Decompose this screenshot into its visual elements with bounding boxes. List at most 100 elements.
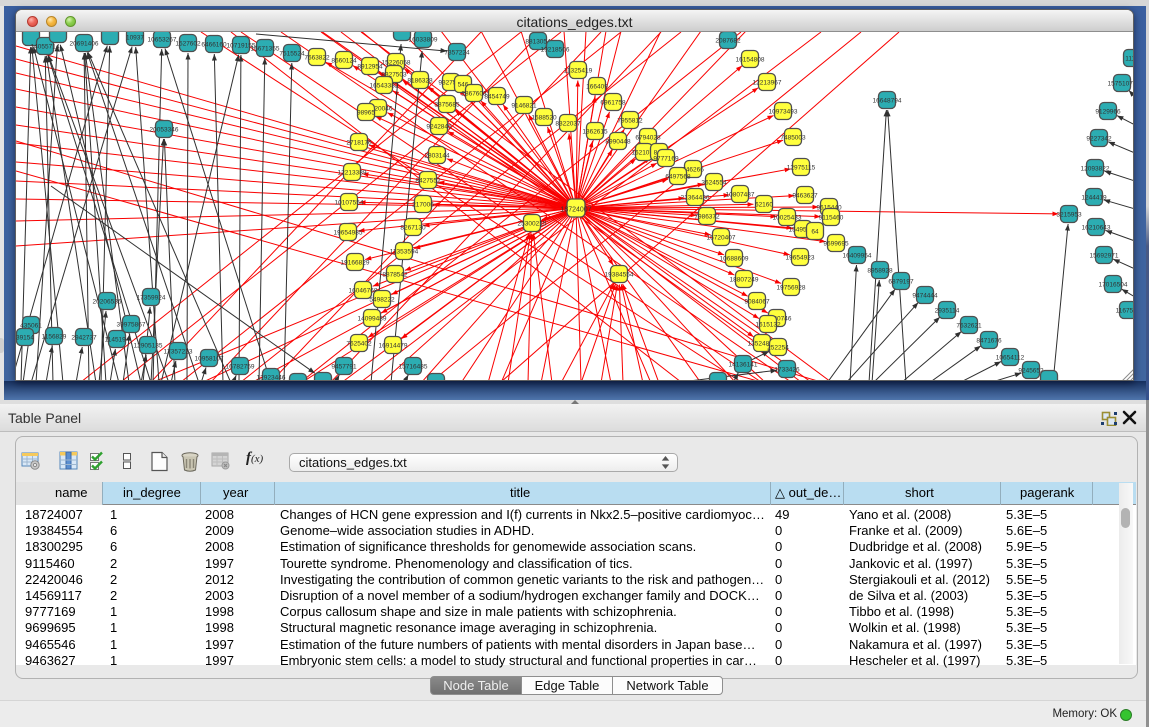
svg-text:10688609: 10688609 [720, 256, 749, 263]
svg-text:19654923: 19654923 [786, 255, 815, 262]
svg-text:15751074: 15751074 [1108, 81, 1133, 88]
svg-text:1588520: 1588520 [531, 115, 557, 122]
svg-text:9474444: 9474444 [912, 293, 938, 300]
svg-text:16033809: 16033809 [409, 37, 438, 44]
svg-text:9115460: 9115460 [819, 215, 844, 222]
svg-text:7955812: 7955812 [617, 118, 643, 125]
svg-text:9457791: 9457791 [331, 364, 357, 371]
svg-text:64: 64 [811, 229, 819, 236]
svg-text:10973493: 10973493 [769, 109, 798, 116]
svg-text:25300215: 25300215 [518, 221, 547, 228]
svg-text:15716485: 15716485 [399, 364, 428, 371]
svg-text:12975115: 12975115 [787, 165, 816, 172]
svg-text:7515524: 7515524 [279, 51, 305, 58]
svg-text:166409: 166409 [586, 84, 608, 91]
svg-text:2942737: 2942737 [71, 335, 97, 342]
svg-text:10958107: 10958107 [195, 356, 224, 363]
svg-text:62160: 62160 [755, 202, 773, 209]
svg-text:16782759: 16782759 [226, 364, 255, 371]
svg-text:20206536: 20206536 [93, 299, 122, 306]
svg-text:10653267: 10653267 [148, 37, 177, 44]
svg-text:10937: 10937 [126, 35, 144, 42]
svg-text:39154: 39154 [16, 335, 34, 342]
svg-text:6497568: 6497568 [665, 174, 691, 181]
svg-text:14136141: 14136141 [729, 362, 758, 369]
svg-text:8322037: 8322037 [555, 121, 581, 128]
svg-text:2087682: 2087682 [715, 38, 741, 45]
svg-text:217006: 217006 [412, 202, 434, 209]
svg-text:11325419: 11325419 [564, 68, 593, 75]
svg-text:7357224: 7357224 [444, 50, 470, 57]
svg-text:16671355: 16671355 [251, 46, 280, 53]
svg-text:12213389: 12213389 [338, 170, 367, 177]
svg-text:98965: 98965 [357, 110, 375, 117]
svg-text:3875685: 3875685 [434, 102, 460, 109]
svg-text:12093822: 12093822 [1081, 166, 1110, 173]
svg-text:15692971: 15692971 [1090, 253, 1119, 260]
svg-text:16914479: 16914479 [379, 343, 408, 350]
svg-text:1527602: 1527602 [175, 41, 201, 48]
svg-text:1615132: 1615132 [755, 322, 781, 329]
svg-text:1167533: 1167533 [1116, 308, 1133, 315]
svg-text:19654985: 19654985 [334, 230, 363, 237]
svg-text:8471676: 8471676 [976, 338, 1002, 345]
svg-text:16154808: 16154808 [736, 57, 765, 64]
svg-text:16210643: 16210643 [1082, 225, 1111, 232]
svg-text:17359924: 17359924 [137, 295, 166, 302]
svg-text:6879197: 6879197 [888, 279, 914, 286]
svg-text:8912954: 8912954 [357, 64, 383, 71]
svg-text:7485003: 7485003 [780, 135, 806, 142]
svg-text:7663822: 7663822 [304, 55, 330, 62]
svg-text:8186328: 8186328 [407, 78, 433, 85]
svg-text:16409954: 16409954 [843, 253, 872, 260]
svg-text:6961758: 6961758 [600, 100, 626, 107]
svg-text:9146821: 9146821 [511, 103, 537, 110]
svg-text:14055714: 14055714 [31, 44, 60, 51]
svg-text:16543382: 16543382 [370, 83, 399, 90]
svg-text:19218506: 19218506 [541, 47, 570, 54]
svg-text:12923446: 12923446 [257, 375, 286, 381]
svg-text:19384554: 19384554 [605, 272, 634, 279]
svg-text:8267130: 8267130 [400, 225, 426, 232]
svg-text:20691406: 20691406 [70, 41, 99, 48]
svg-text:9084067: 9084067 [744, 299, 770, 306]
svg-text:5498222: 5498222 [369, 297, 395, 304]
svg-text:9242845: 9242845 [426, 124, 452, 131]
svg-text:8878542: 8878542 [382, 272, 408, 279]
svg-text:10107554: 10107554 [335, 200, 364, 207]
svg-text:18807249: 18807249 [730, 277, 759, 284]
svg-text:8427552: 8427552 [415, 178, 441, 185]
svg-text:2935114: 2935114 [935, 308, 960, 315]
svg-text:9129966: 9129966 [1095, 109, 1121, 116]
svg-text:1733426: 1733426 [774, 367, 800, 374]
svg-text:7986372: 7986372 [694, 214, 720, 221]
svg-text:39975867: 39975867 [117, 322, 146, 329]
svg-text:8454749: 8454749 [484, 94, 510, 101]
svg-text:2803144: 2803144 [424, 153, 450, 160]
svg-text:12213967: 12213967 [753, 80, 782, 87]
svg-text:17016504: 17016504 [1099, 282, 1128, 289]
svg-text:14099489: 14099489 [358, 316, 387, 323]
svg-text:2718176: 2718176 [346, 140, 372, 147]
svg-text:2867608: 2867608 [461, 91, 487, 98]
svg-text:8660124: 8660124 [331, 58, 357, 65]
svg-text:8958928: 8958928 [867, 268, 893, 275]
svg-text:8990448: 8990448 [605, 139, 631, 146]
svg-text:9699695: 9699695 [823, 241, 849, 248]
svg-text:16648794: 16648794 [873, 98, 902, 105]
svg-text:1244419: 1244419 [1081, 195, 1107, 202]
svg-text:1362615: 1362615 [582, 129, 608, 136]
svg-text:6466160: 6466160 [201, 42, 227, 49]
svg-text:11353594: 11353594 [390, 249, 419, 256]
svg-text:10654112: 10654112 [996, 355, 1025, 362]
svg-text:7625402: 7625402 [346, 341, 372, 348]
svg-text:9777169: 9777169 [653, 156, 679, 163]
svg-text:15720407: 15720407 [707, 235, 736, 242]
svg-text:9463627: 9463627 [792, 193, 818, 200]
svg-text:3624554: 3624554 [701, 180, 727, 187]
svg-text:1156829: 1156829 [42, 334, 67, 341]
svg-text:252254: 252254 [767, 345, 789, 352]
svg-text:7632621: 7632621 [956, 323, 982, 330]
svg-text:19166829: 19166829 [341, 260, 370, 267]
svg-text:19756928: 19756928 [777, 285, 806, 292]
